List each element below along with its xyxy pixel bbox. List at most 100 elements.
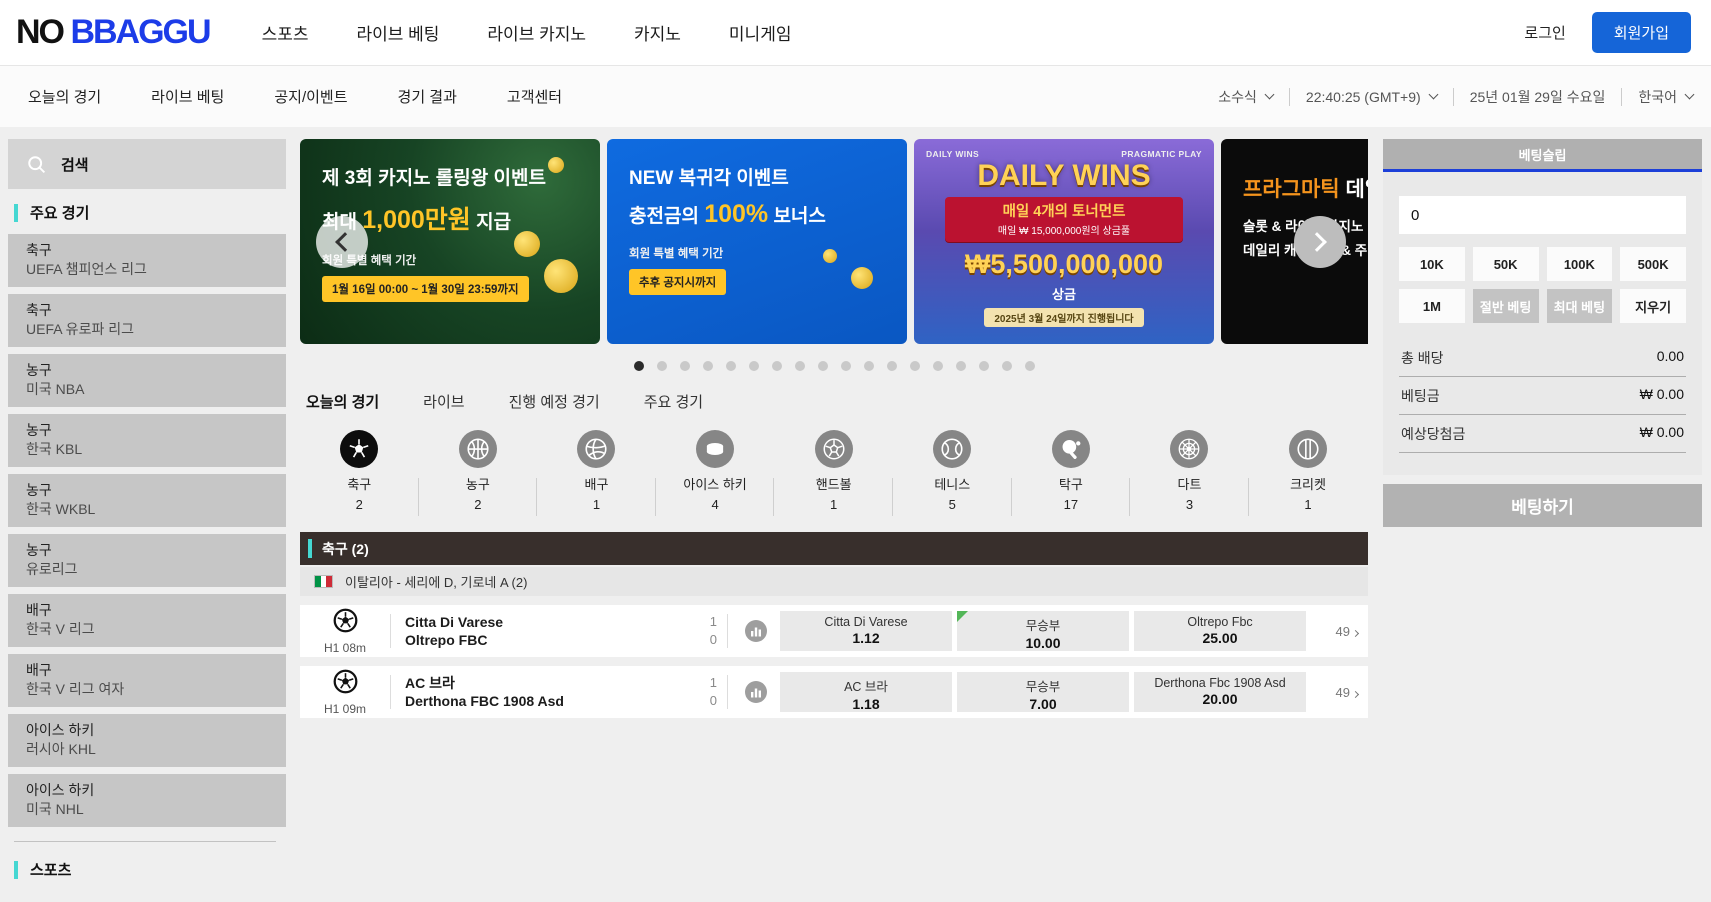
sidebar-item-nhl[interactable]: 아이스 하키 미국 NHL <box>8 774 286 827</box>
quick-stake-10k-button[interactable]: 10K <box>1399 247 1465 281</box>
carousel-dot[interactable] <box>864 361 874 371</box>
sport-tab-darts[interactable]: 다트 3 <box>1130 430 1249 516</box>
odd-draw-button[interactable]: 무승부 10.00 <box>957 611 1129 651</box>
sidebar-item-vleague-women[interactable]: 배구 한국 V 리그 여자 <box>8 654 286 707</box>
subnav-results[interactable]: 경기 결과 <box>398 86 457 107</box>
carousel-dot[interactable] <box>818 361 828 371</box>
sport-tab-ice-hockey[interactable]: 아이스 하키 4 <box>656 430 775 516</box>
carousel-dot[interactable] <box>795 361 805 371</box>
sidebar-item-wkbl[interactable]: 농구 한국 WKBL <box>8 474 286 527</box>
sidebar-item-khl[interactable]: 아이스 하키 러시아 KHL <box>8 714 286 767</box>
odd-away-button[interactable]: Derthona Fbc 1908 Asd 20.00 <box>1134 672 1306 712</box>
sidebar-item-euroleague[interactable]: 농구 유로리그 <box>8 534 286 587</box>
banner-comeback-event[interactable]: NEW 복귀각 이벤트 충전금의 100% 보너스 회원 특별 혜택 기간 추후… <box>607 139 907 344</box>
match-row[interactable]: H1 09m AC 브라 Derthona FBC 1908 Asd 1 0 A… <box>300 666 1368 718</box>
tab-upcoming[interactable]: 진행 예정 경기 <box>509 391 600 412</box>
odd-home-button[interactable]: AC 브라 1.18 <box>780 672 952 712</box>
carousel-dot[interactable] <box>1025 361 1035 371</box>
subnav-support[interactable]: 고객센터 <box>507 86 562 107</box>
sport-tab-table-tennis[interactable]: 탁구 17 <box>1012 430 1131 516</box>
odd-draw-button[interactable]: 무승부 7.00 <box>957 672 1129 712</box>
carousel-dot[interactable] <box>634 361 644 371</box>
carousel-dot[interactable] <box>1002 361 1012 371</box>
carousel-dot[interactable] <box>726 361 736 371</box>
quick-stake-100k-button[interactable]: 100K <box>1547 247 1613 281</box>
carousel-dot[interactable] <box>703 361 713 371</box>
nav-minigame[interactable]: 미니게임 <box>729 20 792 45</box>
betslip-header[interactable]: 베팅슬립 <box>1383 139 1702 169</box>
carousel-dot[interactable] <box>772 361 782 371</box>
accent-bar <box>14 861 18 879</box>
away-team: Derthona FBC 1908 Asd <box>405 692 697 710</box>
max-bet-button[interactable]: 최대 베팅 <box>1547 289 1613 323</box>
half-bet-button[interactable]: 절반 베팅 <box>1473 289 1539 323</box>
carousel-dot[interactable] <box>657 361 667 371</box>
subnav-live-betting[interactable]: 라이브 베팅 <box>151 86 224 107</box>
language-select[interactable]: 한국어 <box>1638 87 1693 107</box>
sport-tab-basketball[interactable]: 농구 2 <box>419 430 538 516</box>
sidebar-item-vleague[interactable]: 배구 한국 V 리그 <box>8 594 286 647</box>
nav-live-casino[interactable]: 라이브 카지노 <box>487 20 586 45</box>
quick-stake-50k-button[interactable]: 50K <box>1473 247 1539 281</box>
sport-tab-soccer[interactable]: 축구 2 <box>300 430 419 516</box>
quick-stake-1m-button[interactable]: 1M <box>1399 289 1465 323</box>
nav-sports[interactable]: 스포츠 <box>262 20 309 45</box>
current-time: 22:40:25 (GMT+9) <box>1306 89 1421 105</box>
subnav-meta: 소수식 22:40:25 (GMT+9) 25년 01월 29일 수요일 한국어 <box>1218 87 1693 107</box>
sidebar-item-uefa-champions[interactable]: 축구 UEFA 챔피언스 리그 <box>8 234 286 287</box>
tab-live[interactable]: 라이브 <box>423 391 464 412</box>
odd-home-button[interactable]: Citta Di Varese 1.12 <box>780 611 952 651</box>
sidebar-item-soccer[interactable]: 축구 <box>8 891 286 902</box>
nav-casino[interactable]: 카지노 <box>634 20 681 45</box>
more-markets-button[interactable]: 49 <box>1306 685 1358 700</box>
search-bar[interactable]: 검색 <box>8 139 286 189</box>
stats-button[interactable] <box>744 619 768 643</box>
nav-live-betting[interactable]: 라이브 베팅 <box>356 20 439 45</box>
carousel-prev-button[interactable] <box>316 216 368 268</box>
league-header[interactable]: 이탈리아 - 세리에 D, 기로네 A (2) <box>300 567 1368 596</box>
chevron-down-icon <box>1264 90 1274 100</box>
sport-tab-cricket[interactable]: 크리켓 1 <box>1249 430 1368 516</box>
carousel-next-button[interactable] <box>1294 216 1346 268</box>
left-sidebar: 검색 주요 경기 축구 UEFA 챔피언스 리그 축구 UEFA 유로파 리그 … <box>8 139 286 902</box>
odds-format-select[interactable]: 소수식 <box>1218 87 1273 107</box>
clear-button[interactable]: 지우기 <box>1620 289 1686 323</box>
carousel-dot[interactable] <box>956 361 966 371</box>
carousel-dot[interactable] <box>841 361 851 371</box>
sport-tab-volleyball[interactable]: 배구 1 <box>537 430 656 516</box>
signup-button[interactable]: 회원가입 <box>1592 12 1691 53</box>
quick-stake-500k-button[interactable]: 500K <box>1620 247 1686 281</box>
carousel-dot[interactable] <box>910 361 920 371</box>
sport-tab-tennis[interactable]: 테니스 5 <box>893 430 1012 516</box>
subnav-notice-events[interactable]: 공지/이벤트 <box>274 86 347 107</box>
accent-bar <box>308 539 312 558</box>
cricket-icon <box>1289 430 1327 468</box>
sidebar-item-nba[interactable]: 농구 미국 NBA <box>8 354 286 407</box>
ice-hockey-icon <box>696 430 734 468</box>
logo-bbaggu: BBAGGU <box>70 13 209 51</box>
home-team: Citta Di Varese <box>405 613 697 631</box>
carousel-dot[interactable] <box>979 361 989 371</box>
tab-major-games[interactable]: 주요 경기 <box>644 391 703 412</box>
clock-select[interactable]: 22:40:25 (GMT+9) <box>1306 89 1437 105</box>
sidebar-item-kbl[interactable]: 농구 한국 KBL <box>8 414 286 467</box>
logo[interactable]: NO BBAGGU <box>16 13 210 52</box>
carousel-dot[interactable] <box>887 361 897 371</box>
sidebar-item-uefa-europa[interactable]: 축구 UEFA 유로파 리그 <box>8 294 286 347</box>
more-markets-button[interactable]: 49 <box>1306 624 1358 639</box>
banner-daily-wins[interactable]: DAILY WINS PRAGMATIC PLAY DAILY WINS 매일 … <box>914 139 1214 344</box>
carousel-dot[interactable] <box>933 361 943 371</box>
sport-tab-handball[interactable]: 핸드볼 1 <box>774 430 893 516</box>
tab-today-games[interactable]: 오늘의 경기 <box>306 391 379 412</box>
match-row[interactable]: H1 08m Citta Di Varese Oltrepo FBC 1 0 C… <box>300 605 1368 657</box>
subnav-today-games[interactable]: 오늘의 경기 <box>28 86 101 107</box>
carousel-dot[interactable] <box>749 361 759 371</box>
stats-button[interactable] <box>744 680 768 704</box>
stake-input[interactable] <box>1399 196 1686 234</box>
carousel-dot[interactable] <box>680 361 690 371</box>
login-button[interactable]: 로그인 <box>1524 22 1565 43</box>
place-bet-button[interactable]: 베팅하기 <box>1383 484 1702 527</box>
home-score: 1 <box>697 613 717 631</box>
auth-area: 로그인 회원가입 <box>1524 12 1691 53</box>
odd-away-button[interactable]: Oltrepo Fbc 25.00 <box>1134 611 1306 651</box>
